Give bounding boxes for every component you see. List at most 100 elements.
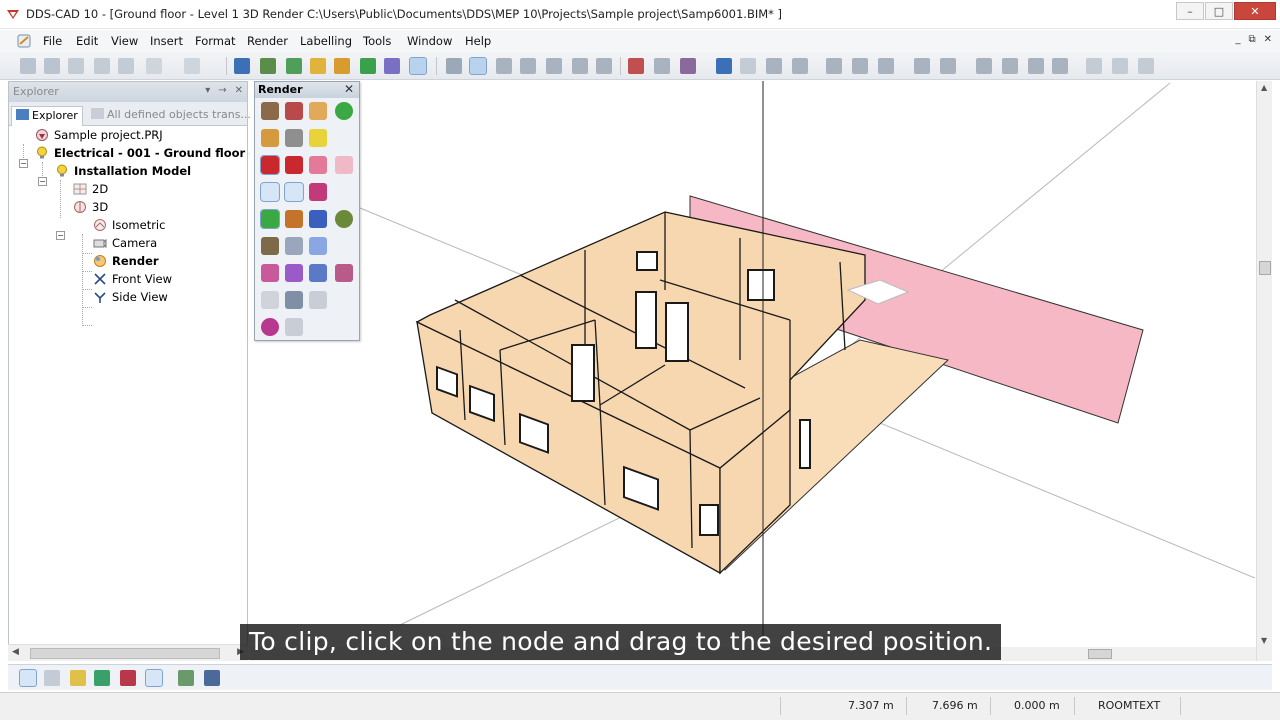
explorer-horizontal-scrollbar[interactable]: ◀ ▶: [8, 644, 248, 661]
menu-format[interactable]: Format: [195, 34, 236, 48]
menu-window[interactable]: Window: [407, 34, 452, 48]
render-tool-icon[interactable]: [285, 291, 303, 309]
menu-file[interactable]: File: [43, 34, 62, 48]
refresh-view-icon[interactable]: [286, 58, 302, 74]
explorer-pin-button[interactable]: →: [218, 85, 226, 96]
door-icon[interactable]: [852, 58, 868, 74]
tree-item-installation-model[interactable]: Installation Model: [55, 162, 191, 180]
explorer-toggle-icon[interactable]: [19, 669, 37, 687]
menu-labelling[interactable]: Labelling: [300, 34, 352, 48]
print-preview-icon[interactable]: [118, 58, 134, 74]
render-material-icon[interactable]: [309, 102, 327, 120]
layers-icon[interactable]: [260, 58, 276, 74]
viewport-vscroll-thumb[interactable]: [1259, 261, 1271, 275]
render-sky-icon[interactable]: [335, 264, 353, 282]
tree-item-render[interactable]: Render: [93, 252, 159, 270]
zoom-extents-icon[interactable]: [496, 58, 512, 74]
viewport-vertical-scrollbar[interactable]: ▲ ▼: [1256, 81, 1272, 661]
render-grid-icon[interactable]: [285, 264, 303, 282]
explorer-close-button[interactable]: ✕: [235, 85, 243, 96]
select-icon[interactable]: [409, 57, 427, 75]
properties-icon[interactable]: [384, 58, 400, 74]
explorer-options-button[interactable]: ▾: [205, 85, 210, 96]
tree-item-front-view[interactable]: Front View: [93, 270, 172, 288]
light-icon[interactable]: [310, 58, 326, 74]
menu-insert[interactable]: Insert: [150, 34, 183, 48]
roof-icon[interactable]: [766, 58, 782, 74]
green-arrow-icon[interactable]: [360, 58, 376, 74]
3d-viewport[interactable]: [250, 81, 1255, 661]
image-icon[interactable]: [178, 670, 194, 686]
report-icon[interactable]: [1112, 58, 1128, 74]
render-cube-icon[interactable]: [261, 102, 279, 120]
window-element-icon[interactable]: [878, 58, 894, 74]
bookmark-icon[interactable]: [120, 670, 136, 686]
render-box-icon[interactable]: [261, 129, 279, 147]
tree-item-2d[interactable]: 2D: [73, 180, 108, 198]
render-copy-view-icon[interactable]: [309, 237, 327, 255]
render-clip-icon[interactable]: [335, 156, 353, 174]
new-file-icon[interactable]: [20, 58, 36, 74]
save-icon[interactable]: [68, 58, 84, 74]
render-start-icon[interactable]: [335, 102, 353, 120]
render-orbit-icon[interactable]: [335, 210, 353, 228]
mdi-minimize-button[interactable]: _: [1235, 34, 1240, 45]
redo-icon[interactable]: [184, 58, 200, 74]
tree-item-electrical[interactable]: Electrical - 001 - Ground floor - Le: [35, 144, 273, 162]
globe-icon[interactable]: [234, 58, 250, 74]
scroll-down-icon[interactable]: ▼: [1261, 636, 1267, 645]
measure-icon[interactable]: [546, 58, 562, 74]
chart-icon[interactable]: [716, 58, 732, 74]
render-palette-colors-icon[interactable]: [261, 264, 279, 282]
copy-icon[interactable]: [654, 58, 670, 74]
viewport-hscroll-thumb[interactable]: [1088, 649, 1112, 659]
expander-installation-model[interactable]: −: [38, 177, 47, 186]
docs-icon[interactable]: [94, 670, 110, 686]
distribute-icon[interactable]: [680, 58, 696, 74]
tree-item-isometric[interactable]: Isometric: [93, 216, 165, 234]
render-record-icon[interactable]: [261, 318, 279, 336]
render-no-texture-icon[interactable]: [285, 102, 303, 120]
maximize-button[interactable]: □: [1205, 2, 1233, 20]
building-render[interactable]: [250, 81, 1255, 661]
table-icon[interactable]: [1086, 58, 1102, 74]
render-palette-close-button[interactable]: ✕: [344, 82, 354, 96]
railing-icon[interactable]: [1052, 58, 1068, 74]
print-icon[interactable]: [94, 58, 110, 74]
list-view-icon[interactable]: [44, 670, 60, 686]
render-axis-x-icon[interactable]: [260, 182, 280, 202]
beam-icon[interactable]: [1028, 58, 1044, 74]
object-icon[interactable]: [334, 58, 350, 74]
menu-edit[interactable]: Edit: [76, 34, 98, 48]
render-objects-icon[interactable]: [285, 129, 303, 147]
render-axis-y-icon[interactable]: [284, 182, 304, 202]
render-cross-icon[interactable]: [309, 183, 327, 201]
export-icon[interactable]: [1138, 58, 1154, 74]
expander-electrical[interactable]: −: [19, 159, 28, 168]
undo-icon[interactable]: [146, 58, 162, 74]
tree-item-camera[interactable]: Camera: [93, 234, 157, 252]
pan-icon[interactable]: [520, 58, 536, 74]
app-menu-icon[interactable]: [16, 33, 32, 49]
chart-toggle-icon[interactable]: [145, 669, 163, 687]
render-glass-icon[interactable]: [285, 237, 303, 255]
render-walk-icon[interactable]: [285, 210, 303, 228]
render-texture-icon[interactable]: [261, 237, 279, 255]
circle-icon[interactable]: [572, 58, 588, 74]
stair-icon[interactable]: [976, 58, 992, 74]
render-light-icon[interactable]: [309, 129, 327, 147]
mdi-close-button[interactable]: ✕: [1264, 34, 1272, 45]
tree-item-3d[interactable]: 3D: [73, 198, 108, 216]
polygon-icon[interactable]: [596, 58, 612, 74]
dimension-icon[interactable]: [740, 58, 756, 74]
render-shaded-icon[interactable]: [285, 156, 303, 174]
close-button[interactable]: ✕: [1234, 2, 1276, 20]
render-refresh-icon[interactable]: [260, 209, 280, 229]
calculator-icon[interactable]: [204, 670, 220, 686]
minimize-button[interactable]: –: [1176, 2, 1204, 20]
tree-item-side-view[interactable]: Side View: [93, 288, 168, 306]
render-fly-icon[interactable]: [309, 210, 327, 228]
scroll-left-icon[interactable]: ◀: [12, 647, 19, 657]
slab-icon[interactable]: [940, 58, 956, 74]
house-icon[interactable]: [826, 58, 842, 74]
